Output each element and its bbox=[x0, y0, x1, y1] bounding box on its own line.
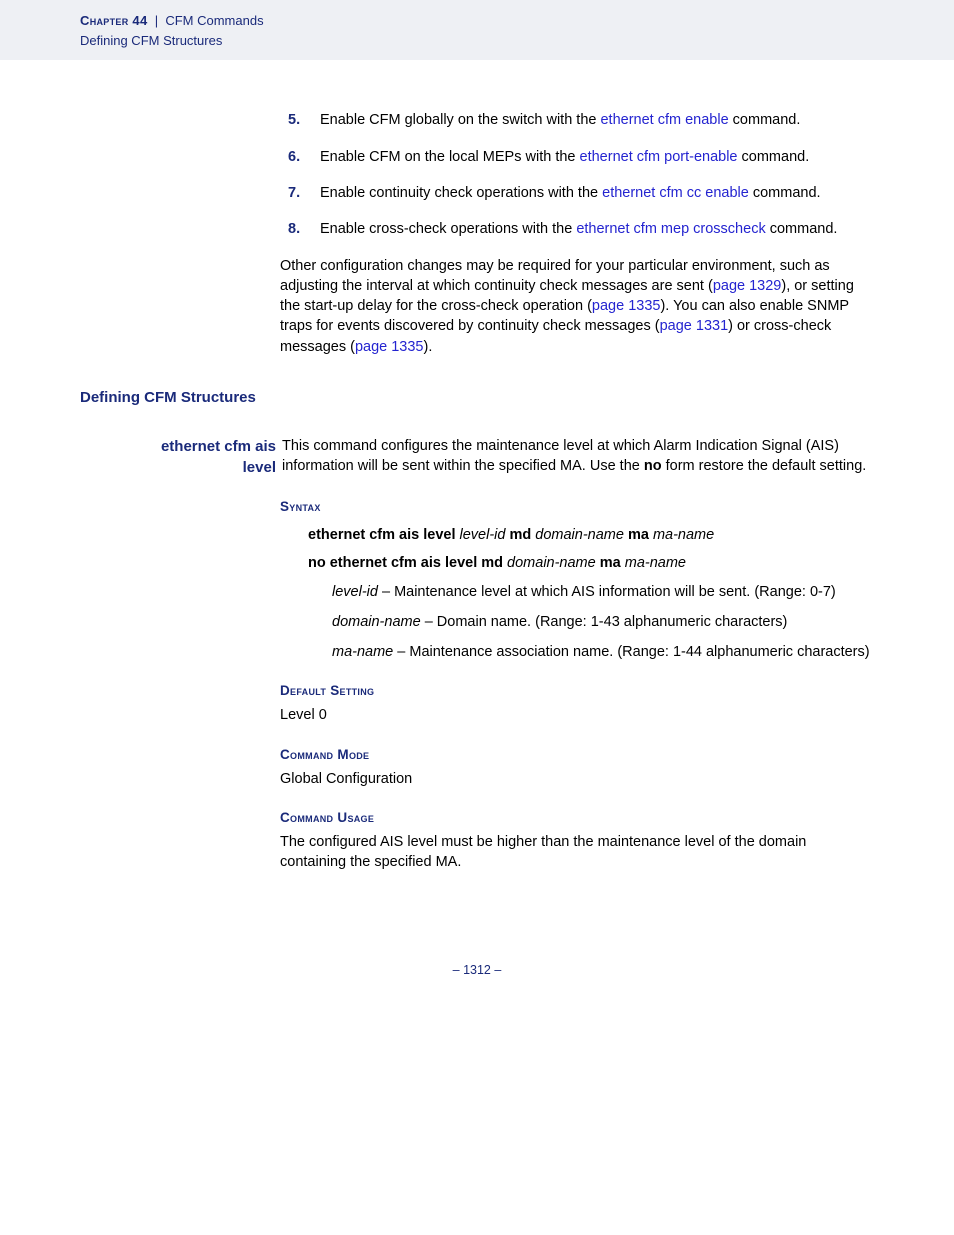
step-text: Enable CFM globally on the switch with t… bbox=[320, 112, 600, 128]
step-6: 6. Enable CFM on the local MEPs with the… bbox=[300, 147, 874, 167]
step-text: Enable CFM on the local MEPs with the bbox=[320, 149, 580, 165]
link-ethernet-cfm-cc-enable[interactable]: ethernet cfm cc enable bbox=[602, 185, 749, 201]
link-page-1331[interactable]: page 1331 bbox=[660, 318, 729, 334]
step-number: 8. bbox=[288, 219, 300, 239]
step-7: 7. Enable continuity check operations wi… bbox=[300, 183, 874, 203]
step-text-post: command. bbox=[766, 221, 838, 237]
syntax-line-1: ethernet cfm ais level level-id md domai… bbox=[308, 525, 874, 545]
chapter-line: Chapter 44 | CFM Commands bbox=[80, 12, 954, 30]
parameter-list: level-id – Maintenance level at which AI… bbox=[332, 582, 874, 663]
command-mode-heading: Command Mode bbox=[280, 746, 874, 765]
default-setting-value: Level 0 bbox=[280, 705, 874, 725]
step-text-post: command. bbox=[749, 185, 821, 201]
command-usage-heading: Command Usage bbox=[280, 809, 874, 828]
link-page-1329[interactable]: page 1329 bbox=[713, 278, 782, 294]
link-page-1335a[interactable]: page 1335 bbox=[592, 298, 661, 314]
param-domain-name: domain-name – Domain name. (Range: 1-43 … bbox=[332, 612, 874, 632]
command-usage-text: The configured AIS level must be higher … bbox=[280, 832, 874, 873]
command-block: ethernet cfm ais level This command conf… bbox=[80, 436, 874, 478]
default-setting-heading: Default Setting bbox=[280, 682, 874, 701]
page-header: Chapter 44 | CFM Commands Defining CFM S… bbox=[0, 0, 954, 60]
page-content: 5. Enable CFM globally on the switch wit… bbox=[0, 60, 954, 1019]
page-number: – 1312 – bbox=[80, 962, 874, 980]
syntax-block: ethernet cfm ais level level-id md domai… bbox=[308, 525, 874, 662]
step-text-post: command. bbox=[738, 149, 810, 165]
divider: | bbox=[155, 13, 158, 28]
header-subhead: Defining CFM Structures bbox=[80, 32, 954, 50]
other-config-paragraph: Other configuration changes may be requi… bbox=[280, 256, 874, 357]
step-list: 5. Enable CFM globally on the switch wit… bbox=[300, 110, 874, 239]
link-ethernet-cfm-port-enable[interactable]: ethernet cfm port-enable bbox=[580, 149, 738, 165]
chapter-title: CFM Commands bbox=[165, 13, 263, 28]
step-text: Enable continuity check operations with … bbox=[320, 185, 602, 201]
command-mode-value: Global Configuration bbox=[280, 769, 874, 789]
syntax-line-2: no ethernet cfm ais level md domain-name… bbox=[308, 553, 874, 573]
link-page-1335b[interactable]: page 1335 bbox=[355, 339, 424, 355]
step-text: Enable cross-check operations with the bbox=[320, 221, 576, 237]
command-name: ethernet cfm ais level bbox=[80, 436, 282, 478]
command-description: This command configures the maintenance … bbox=[282, 436, 874, 477]
syntax-heading: Syntax bbox=[280, 498, 874, 517]
section-title: Defining CFM Structures bbox=[80, 387, 874, 408]
step-number: 5. bbox=[288, 110, 300, 130]
chapter-number: 44 bbox=[132, 13, 147, 28]
chapter-word: Chapter bbox=[80, 13, 129, 28]
link-ethernet-cfm-mep-crosscheck[interactable]: ethernet cfm mep crosscheck bbox=[576, 221, 765, 237]
step-number: 6. bbox=[288, 147, 300, 167]
link-ethernet-cfm-enable[interactable]: ethernet cfm enable bbox=[600, 112, 728, 128]
step-5: 5. Enable CFM globally on the switch wit… bbox=[300, 110, 874, 130]
step-8: 8. Enable cross-check operations with th… bbox=[300, 219, 874, 239]
step-text-post: command. bbox=[729, 112, 801, 128]
param-ma-name: ma-name – Maintenance association name. … bbox=[332, 642, 874, 662]
param-level-id: level-id – Maintenance level at which AI… bbox=[332, 582, 874, 602]
step-number: 7. bbox=[288, 183, 300, 203]
